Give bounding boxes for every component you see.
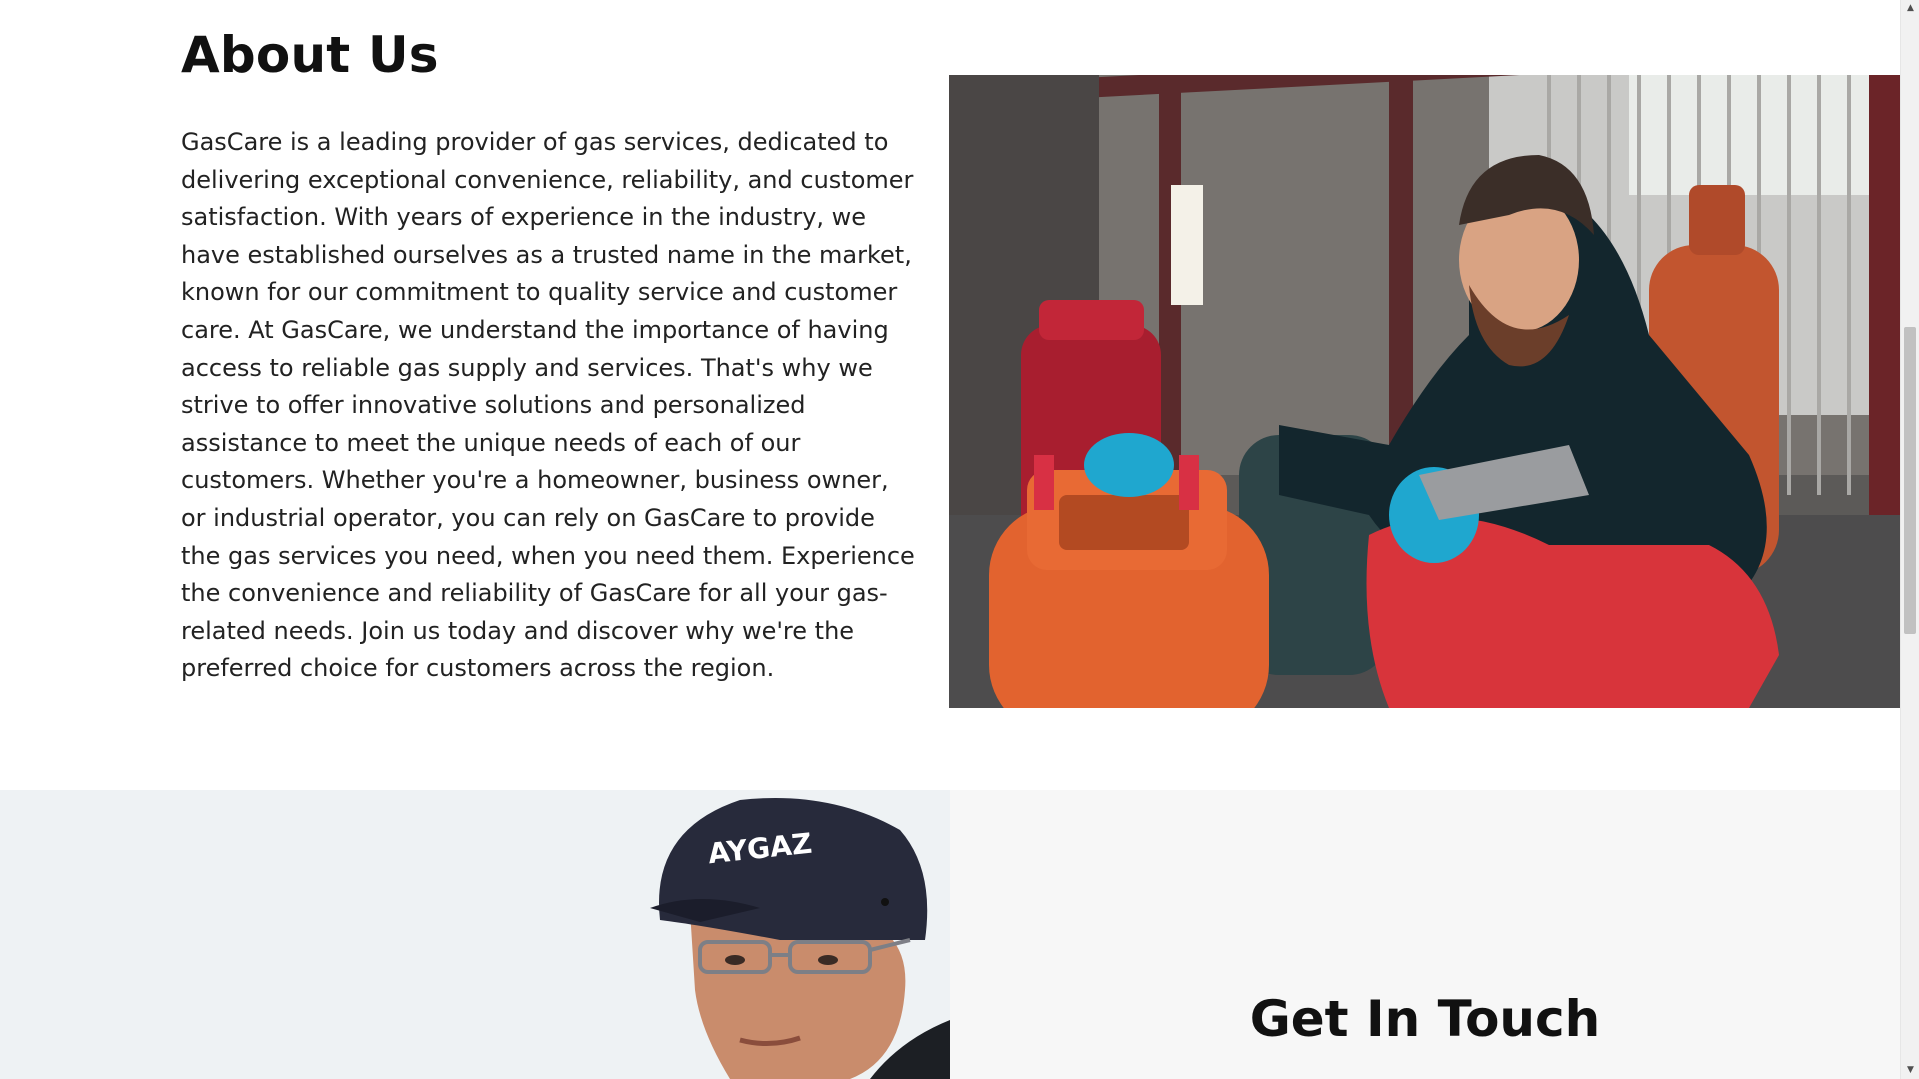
vertical-scrollbar[interactable]: ▲ ▼ — [1900, 0, 1919, 1079]
scroll-down-arrow-icon[interactable]: ▼ — [1901, 1062, 1919, 1079]
scroll-thumb[interactable] — [1904, 327, 1916, 634]
contact-section: AYGAZ Get In Touch — [0, 790, 1900, 1079]
scroll-up-arrow-icon[interactable]: ▲ — [1901, 0, 1919, 17]
contact-title: Get In Touch — [1249, 990, 1601, 1048]
gas-worker-photo: AYGAZ — [0, 790, 950, 1079]
about-section: About Us GasCare is a leading provider o… — [0, 0, 1900, 790]
about-title: About Us — [181, 26, 439, 84]
page: About Us GasCare is a leading provider o… — [0, 0, 1900, 1079]
about-description: GasCare is a leading provider of gas ser… — [181, 128, 915, 683]
technician-gas-cylinders-photo — [949, 75, 1900, 708]
contact-panel: Get In Touch — [950, 790, 1900, 1079]
